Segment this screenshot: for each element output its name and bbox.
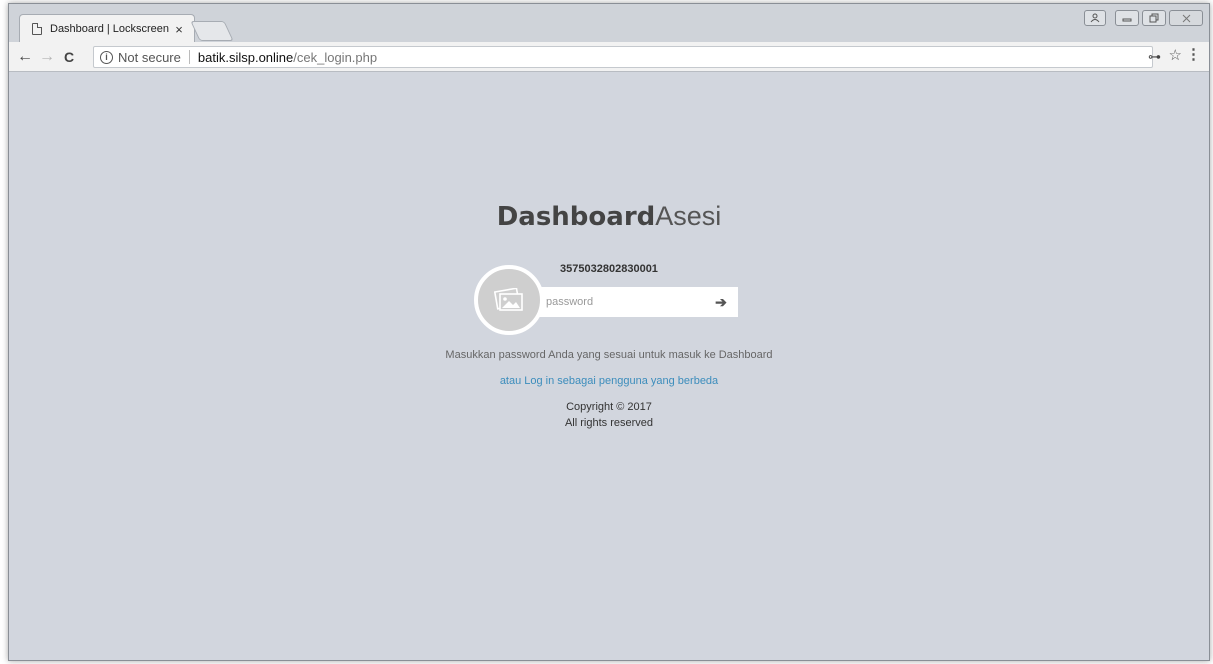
- info-icon[interactable]: i: [100, 50, 113, 64]
- reload-button[interactable]: C: [58, 46, 80, 68]
- browser-window: Dashboard | Lockscreen × ← → C i Not sec…: [8, 3, 1210, 661]
- browser-menu-icon[interactable]: ⋮: [1186, 45, 1201, 63]
- address-separator: [188, 50, 190, 64]
- minimize-button[interactable]: [1115, 10, 1139, 26]
- page-icon: [32, 23, 42, 35]
- restore-button[interactable]: [1142, 10, 1166, 26]
- rights-line: All rights reserved: [564, 417, 654, 429]
- password-input[interactable]: [534, 288, 704, 316]
- lockscreen-logo[interactable]: DashboardAsesi: [9, 201, 1209, 232]
- avatar: [474, 265, 544, 335]
- url-host: batik.silsp.online: [197, 49, 294, 65]
- copyright-footer: Copyright © 2017 All rights reserved: [9, 399, 1209, 431]
- forward-button[interactable]: →: [36, 46, 58, 68]
- tab-close-button[interactable]: ×: [172, 22, 186, 37]
- back-button[interactable]: ←: [14, 46, 36, 68]
- image-placeholder-icon: [494, 288, 523, 311]
- close-icon: [1182, 14, 1190, 22]
- help-text: Masukkan password Anda yang sesuai untuk…: [445, 349, 773, 361]
- minimize-icon: [1122, 18, 1132, 22]
- copyright-line: Copyright © 2017: [566, 401, 652, 413]
- window-controls: [1084, 10, 1203, 26]
- bookmark-star-icon[interactable]: ☆: [1169, 46, 1182, 64]
- lockscreen-page: DashboardAsesi 3575032802830001 ➔ Masukk…: [9, 73, 1209, 660]
- key-icon[interactable]: ⊶: [1148, 49, 1161, 65]
- browser-tab[interactable]: Dashboard | Lockscreen ×: [19, 14, 195, 43]
- logo-light: Asesi: [655, 201, 722, 231]
- address-bar[interactable]: i Not secure batik.silsp.online/cek_logi…: [93, 46, 1153, 68]
- user-icon: [1090, 13, 1100, 23]
- restore-icon: [1149, 13, 1159, 23]
- tab-title: Dashboard | Lockscreen: [50, 23, 170, 35]
- submit-arrow-button[interactable]: ➔: [704, 288, 738, 316]
- browser-toolbar: ← → C i Not secure batik.silsp.online/ce…: [9, 42, 1209, 72]
- profile-button[interactable]: [1084, 10, 1106, 26]
- close-window-button[interactable]: [1169, 10, 1203, 26]
- url-path: /cek_login.php: [293, 49, 378, 65]
- login-other-user-link[interactable]: atau Log in sebagai pengguna yang berbed…: [9, 375, 1209, 387]
- new-tab-button[interactable]: [190, 21, 234, 41]
- tab-strip: Dashboard | Lockscreen ×: [9, 4, 1209, 43]
- lockscreen-item: ➔: [474, 265, 740, 335]
- security-label: Not secure: [118, 49, 181, 65]
- logo-bold: Dashboard: [496, 202, 656, 232]
- lockscreen-credentials: ➔: [534, 287, 738, 317]
